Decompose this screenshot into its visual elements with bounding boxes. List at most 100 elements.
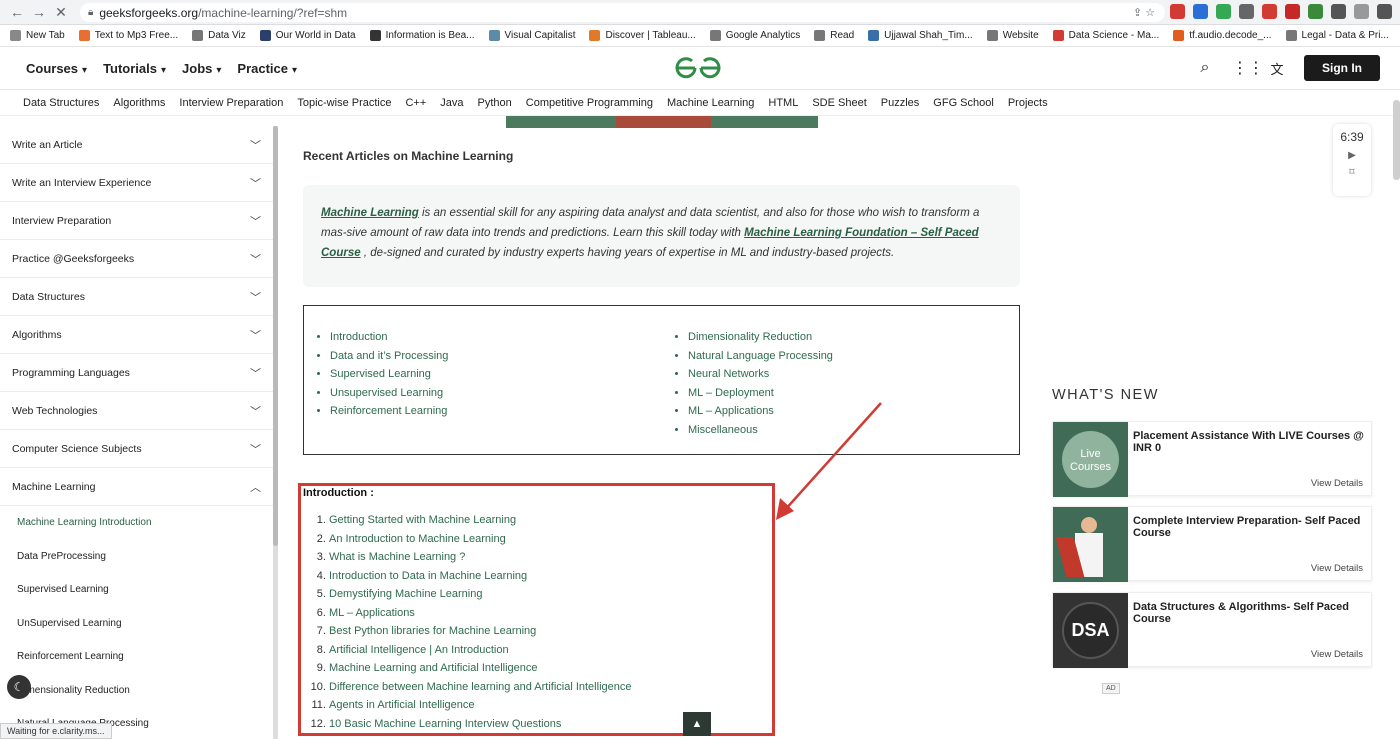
sidebar-item[interactable]: Programming Languages ﹀ xyxy=(0,354,273,392)
course-title[interactable]: Data Structures & Algorithms- Self Paced… xyxy=(1133,601,1368,625)
toc-link[interactable]: Reinforcement Learning xyxy=(330,402,448,421)
bookmark-item[interactable]: Website xyxy=(986,30,1039,41)
subnav-link[interactable]: Topic-wise Practice xyxy=(297,97,391,109)
bookmark-icon[interactable]: ⌑ xyxy=(1333,167,1371,178)
sidebar-subitem[interactable]: Data PreProcessing xyxy=(0,540,273,574)
sidebar-subitem[interactable]: Machine Learning Introduction xyxy=(0,506,273,540)
subnav-link[interactable]: GFG School xyxy=(933,97,994,109)
page-scrollbar[interactable] xyxy=(1393,100,1400,180)
sidebar-item[interactable]: Write an Interview Experience ﹀ xyxy=(0,164,273,202)
subnav-link[interactable]: Projects xyxy=(1008,97,1048,109)
address-bar[interactable]: 🔒︎ geeksforgeeks.org /machine-learning/?… xyxy=(80,3,1165,22)
subnav-link[interactable]: Competitive Programming xyxy=(526,97,653,109)
subnav-link[interactable]: Machine Learning xyxy=(667,97,754,109)
subnav-link[interactable]: Python xyxy=(478,97,512,109)
toc-link[interactable]: Neural Networks xyxy=(688,365,833,384)
topnav-item[interactable]: Practice ▾ xyxy=(237,61,297,76)
extension-icon[interactable] xyxy=(1262,4,1277,19)
subnav-link[interactable]: Data Structures xyxy=(23,97,99,109)
chevron-down-icon[interactable]: ﹀ xyxy=(250,441,261,457)
subnav-link[interactable]: Algorithms xyxy=(113,97,165,109)
bookmark-item[interactable]: tf.audio.decode_... xyxy=(1173,30,1272,41)
toc-link[interactable]: Miscellaneous xyxy=(688,421,833,440)
bookmark-item[interactable]: Information is Bea... xyxy=(369,30,475,41)
toc-link[interactable]: ML – Deployment xyxy=(688,384,833,403)
course-card[interactable]: Live Courses Placement Assistance With LI… xyxy=(1052,421,1372,497)
course-title[interactable]: Placement Assistance With LIVE Courses @… xyxy=(1133,430,1368,454)
chevron-down-icon[interactable]: ﹀ xyxy=(250,403,261,419)
sidebar-item[interactable]: Write an Article ﹀ xyxy=(0,126,273,164)
subnav-link[interactable]: HTML xyxy=(768,97,798,109)
search-icon[interactable]: ⌕ xyxy=(1196,59,1214,77)
intro-article-link[interactable]: Machine Learning and Artificial Intellig… xyxy=(329,659,538,678)
chevron-down-icon[interactable]: ﹀ xyxy=(250,137,261,153)
sidebar-subitem[interactable]: Reinforcement Learning xyxy=(0,640,273,674)
subnav-link[interactable]: SDE Sheet xyxy=(812,97,866,109)
view-details-link[interactable]: View Details xyxy=(1311,478,1363,489)
view-details-link[interactable]: View Details xyxy=(1311,649,1363,660)
intro-article-link[interactable]: An Introduction to Machine Learning xyxy=(329,530,506,549)
subnav-link[interactable]: Java xyxy=(440,97,463,109)
toc-link[interactable]: Data and it’s Processing xyxy=(330,347,448,366)
sign-in-button[interactable]: Sign In xyxy=(1304,55,1380,81)
topnav-item[interactable]: Tutorials ▾ xyxy=(103,61,166,76)
course-title[interactable]: Complete Interview Preparation- Self Pac… xyxy=(1133,515,1368,539)
course-card[interactable]: Complete Interview Preparation- Self Pac… xyxy=(1052,506,1372,582)
extension-icon[interactable] xyxy=(1239,4,1254,19)
intro-article-link[interactable]: Getting Started with Machine Learning xyxy=(329,511,516,530)
sidebar-subitem[interactable]: UnSupervised Learning xyxy=(0,607,273,641)
extension-icon[interactable] xyxy=(1216,4,1231,19)
intro-article-link[interactable]: Agents in Artificial Intelligence xyxy=(329,696,475,715)
subnav-link[interactable]: Interview Preparation xyxy=(179,97,283,109)
profile-icon[interactable] xyxy=(1354,4,1369,19)
sidebar-scrollbar[interactable] xyxy=(273,126,278,739)
intro-article-link[interactable]: Introduction to Data in Machine Learning xyxy=(329,567,527,586)
intro-article-link[interactable]: Artificial Intelligence | An Introductio… xyxy=(329,641,509,660)
extension-icon[interactable] xyxy=(1193,4,1208,19)
bookmark-item[interactable]: Ujjawal Shah_Tim... xyxy=(868,30,973,41)
toc-link[interactable]: Dimensionality Reduction xyxy=(688,328,833,347)
sidebar-item[interactable]: Machine Learning ︿ xyxy=(0,468,273,506)
sidebar-item[interactable]: Algorithms ﹀ xyxy=(0,316,273,354)
course-card[interactable]: DSA Data Structures & Algorithms- Self Pa… xyxy=(1052,592,1372,668)
toc-link[interactable]: Supervised Learning xyxy=(330,365,448,384)
intro-article-link[interactable]: Demystifying Machine Learning xyxy=(329,585,482,604)
gfg-logo[interactable] xyxy=(675,55,721,81)
sidebar-subitem[interactable]: Dimensionality Reduction xyxy=(0,674,273,708)
topnav-item[interactable]: Courses ▾ xyxy=(26,61,87,76)
subnav-link[interactable]: Puzzles xyxy=(881,97,920,109)
chevron-down-icon[interactable]: ﹀ xyxy=(250,365,261,381)
bookmark-item[interactable]: Data Science - Ma... xyxy=(1052,30,1159,41)
scroll-to-top-button[interactable]: ▲ xyxy=(683,712,711,736)
chevron-down-icon[interactable]: ﹀ xyxy=(250,289,261,305)
back-icon[interactable]: ← xyxy=(6,4,28,20)
sidebar-item[interactable]: Computer Science Subjects ﹀ xyxy=(0,430,273,468)
bookmark-item[interactable]: Our World in Data xyxy=(259,30,356,41)
chevron-down-icon[interactable]: ﹀ xyxy=(250,213,261,229)
bookmark-star-icon[interactable]: ⇪ ☆ xyxy=(1133,6,1155,19)
sidebar-item[interactable]: Data Structures ﹀ xyxy=(0,278,273,316)
extension-icon[interactable] xyxy=(1285,4,1300,19)
bookmark-item[interactable]: Text to Mp3 Free... xyxy=(78,30,178,41)
sidebar-item[interactable]: Interview Preparation ﹀ xyxy=(0,202,273,240)
play-icon[interactable]: ▶ xyxy=(1333,150,1371,161)
view-details-link[interactable]: View Details xyxy=(1311,563,1363,574)
bookmark-item[interactable]: Visual Capitalist xyxy=(488,30,575,41)
bookmark-item[interactable]: New Tab xyxy=(10,30,65,41)
kebab-menu-icon[interactable] xyxy=(1377,4,1392,19)
stop-icon[interactable]: ✕ xyxy=(50,4,72,21)
intro-article-link[interactable]: ML – Applications xyxy=(329,604,415,623)
forward-icon[interactable]: → xyxy=(28,4,50,20)
video-widget[interactable]: 6:39 ▶ ⌑ xyxy=(1333,124,1371,196)
toc-link[interactable]: Natural Language Processing xyxy=(688,347,833,366)
sidebar-item[interactable]: Web Technologies ﹀ xyxy=(0,392,273,430)
sidebar-subitem[interactable]: Supervised Learning xyxy=(0,573,273,607)
apps-grid-icon[interactable]: ⋮⋮ xyxy=(1232,58,1264,78)
chevron-down-icon[interactable]: ﹀ xyxy=(250,327,261,343)
topnav-item[interactable]: Jobs ▾ xyxy=(182,61,221,76)
bookmark-item[interactable]: Read xyxy=(814,30,854,41)
chevron-down-icon[interactable]: ﹀ xyxy=(250,175,261,191)
intro-article-link[interactable]: Best Python libraries for Machine Learni… xyxy=(329,622,536,641)
bookmark-item[interactable]: Data Viz xyxy=(192,30,246,41)
toc-link[interactable]: ML – Applications xyxy=(688,402,833,421)
